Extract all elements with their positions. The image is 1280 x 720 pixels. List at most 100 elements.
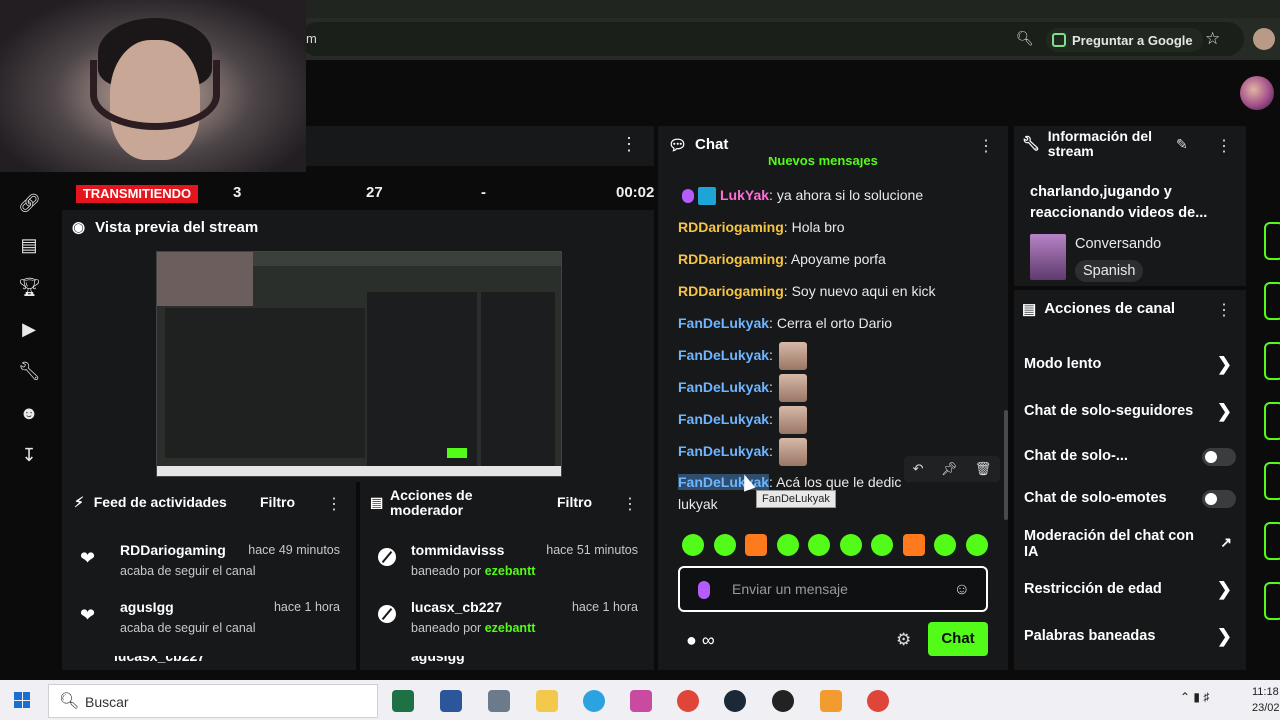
zoom-icon[interactable]: 🔍︎: [1016, 30, 1034, 47]
action-age-restriction[interactable]: Restricción de edad ❯: [1024, 580, 1236, 598]
points-icon[interactable]: ● ∞: [686, 630, 715, 651]
mod-action-time: hace 1 hora: [571, 600, 638, 614]
emote-1[interactable]: [682, 534, 704, 556]
user-avatar[interactable]: [1240, 76, 1274, 110]
chat-username[interactable]: RDDariogaming: [678, 251, 784, 267]
emotes-only-toggle[interactable]: [1202, 490, 1236, 508]
right-tile[interactable]: [1264, 522, 1280, 560]
stream-title: charlando,jugando y reaccionando videos d…: [1030, 182, 1226, 224]
file-explorer-icon[interactable]: [536, 690, 558, 712]
windows-start-icon[interactable]: [14, 692, 30, 708]
steam-icon[interactable]: [724, 690, 746, 712]
system-tray[interactable]: ⌃ ▮ ♯: [1180, 690, 1209, 704]
chat-username[interactable]: FanDeLukyak: [678, 315, 769, 331]
right-tile[interactable]: [1264, 582, 1280, 620]
browser-profile-avatar[interactable]: [1253, 28, 1275, 50]
word-icon[interactable]: [440, 690, 462, 712]
emote-5[interactable]: [808, 534, 831, 556]
chat-username[interactable]: FanDeLukyak: [678, 443, 769, 459]
activity-filter-button[interactable]: Filtro: [260, 494, 295, 510]
mod-action-user[interactable]: lucasx_cb227: [411, 599, 502, 615]
chat-username[interactable]: FanDeLukyak: [678, 474, 770, 490]
mod-doc-icon: ▤: [370, 494, 384, 510]
activity-user[interactable]: RDDariogaming: [120, 542, 226, 558]
analytics-icon[interactable]: ▤: [18, 234, 40, 256]
emote-9[interactable]: [934, 534, 957, 556]
wrench-icon[interactable]: 🔧︎: [18, 360, 41, 382]
emote-3[interactable]: [745, 534, 768, 556]
mod-action-prefix: baneado por: [411, 564, 482, 578]
chat-username[interactable]: FanDeLukyak: [678, 411, 769, 427]
right-tile[interactable]: [1264, 402, 1280, 440]
chat-scrollbar[interactable]: [1004, 410, 1008, 520]
app-icon[interactable]: [630, 690, 652, 712]
activity-user[interactable]: lucasx_cb227: [114, 656, 205, 664]
preview-left-panel: [165, 308, 365, 458]
right-tile[interactable]: [1264, 462, 1280, 500]
taskbar-search[interactable]: 🔍︎ Buscar: [48, 684, 378, 718]
emote-7[interactable]: [871, 534, 894, 556]
edit-icon[interactable]: ✎: [1176, 136, 1188, 153]
emote-8[interactable]: [902, 534, 925, 556]
gear-icon[interactable]: ⚙: [896, 630, 911, 650]
taskbar-clock[interactable]: 11:18 23/02: [1252, 684, 1280, 716]
mod-filter-button[interactable]: Filtro: [557, 494, 592, 510]
chat-menu-icon[interactable]: ⋮: [978, 136, 994, 156]
action-followers-only[interactable]: Chat de solo-seguidores ❯: [1024, 402, 1236, 420]
telegram-icon[interactable]: [583, 690, 605, 712]
address-bar-text: m: [306, 31, 317, 46]
right-tile[interactable]: [1264, 342, 1280, 380]
action-slow-mode[interactable]: Modo lento ❯: [1024, 355, 1236, 373]
chat-username[interactable]: LukYak: [720, 187, 769, 203]
action-ai-moderation[interactable]: Moderación del chat con IA ↗: [1024, 528, 1232, 560]
reply-icon[interactable]: ↶: [913, 461, 924, 477]
emote-2[interactable]: [713, 534, 736, 556]
action-banned-words[interactable]: Palabras baneadas ❯: [1024, 627, 1236, 645]
chat-username[interactable]: FanDeLukyak: [678, 379, 769, 395]
obs-icon[interactable]: [772, 690, 794, 712]
stream-preview-image[interactable]: [156, 251, 562, 477]
wrench-small-icon: 🔧︎: [1022, 135, 1040, 151]
right-tile[interactable]: [1264, 282, 1280, 320]
emoji-icon[interactable]: ☺: [954, 581, 970, 599]
new-messages-banner[interactable]: Nuevos mensajes: [768, 157, 878, 169]
chat-message: FanDeLukyak:: [678, 373, 807, 403]
emote-6[interactable]: [839, 534, 862, 556]
chrome-profile-icon[interactable]: [867, 690, 889, 712]
chat-message-input[interactable]: [732, 581, 952, 597]
chat-username[interactable]: FanDeLukyak: [678, 347, 769, 363]
mod-action-user[interactable]: agusIgg: [411, 656, 465, 664]
activity-menu-icon[interactable]: ⋮: [326, 494, 342, 514]
excel-icon[interactable]: [392, 690, 414, 712]
chat-emote: [778, 374, 807, 403]
trophy-icon[interactable]: 🏆︎: [18, 276, 41, 298]
emote-4[interactable]: [776, 534, 799, 556]
calculator-icon[interactable]: [488, 690, 510, 712]
moderator-badge-icon: [698, 187, 716, 206]
users-icon[interactable]: ☻: [18, 402, 40, 424]
mod-menu-icon[interactable]: ⋮: [622, 494, 638, 514]
link-icon[interactable]: 🔗︎: [18, 192, 41, 214]
mod-action-by[interactable]: ezebantt: [485, 564, 536, 578]
bookmark-star-icon[interactable]: ☆: [1205, 29, 1220, 49]
chat-username[interactable]: RDDariogaming: [678, 219, 784, 235]
emote-10[interactable]: [965, 534, 988, 556]
broadcast-icon[interactable]: ↧: [18, 444, 40, 466]
right-tile[interactable]: [1264, 222, 1280, 260]
ask-google-button[interactable]: Preguntar a Google: [1046, 28, 1203, 52]
chat-send-button[interactable]: Chat: [928, 622, 988, 656]
stream-info-menu-icon[interactable]: ⋮: [1216, 136, 1232, 156]
stats-menu-icon[interactable]: ⋮: [620, 134, 638, 155]
chrome-icon[interactable]: [677, 690, 699, 712]
chat-username[interactable]: RDDariogaming: [678, 283, 784, 299]
mod-action-user[interactable]: tommidavisss: [411, 542, 504, 558]
channel-actions-menu-icon[interactable]: ⋮: [1216, 300, 1232, 320]
pin-icon[interactable]: 📌︎: [941, 461, 958, 477]
paint-icon[interactable]: [820, 690, 842, 712]
subs-only-toggle[interactable]: [1202, 448, 1236, 466]
mod-action-by[interactable]: ezebantt: [485, 621, 536, 635]
viewer-count: 3: [233, 184, 242, 201]
video-icon[interactable]: ▶: [18, 318, 40, 340]
activity-user[interactable]: agusIgg: [120, 599, 174, 615]
delete-icon[interactable]: 🗑︎: [975, 461, 992, 477]
